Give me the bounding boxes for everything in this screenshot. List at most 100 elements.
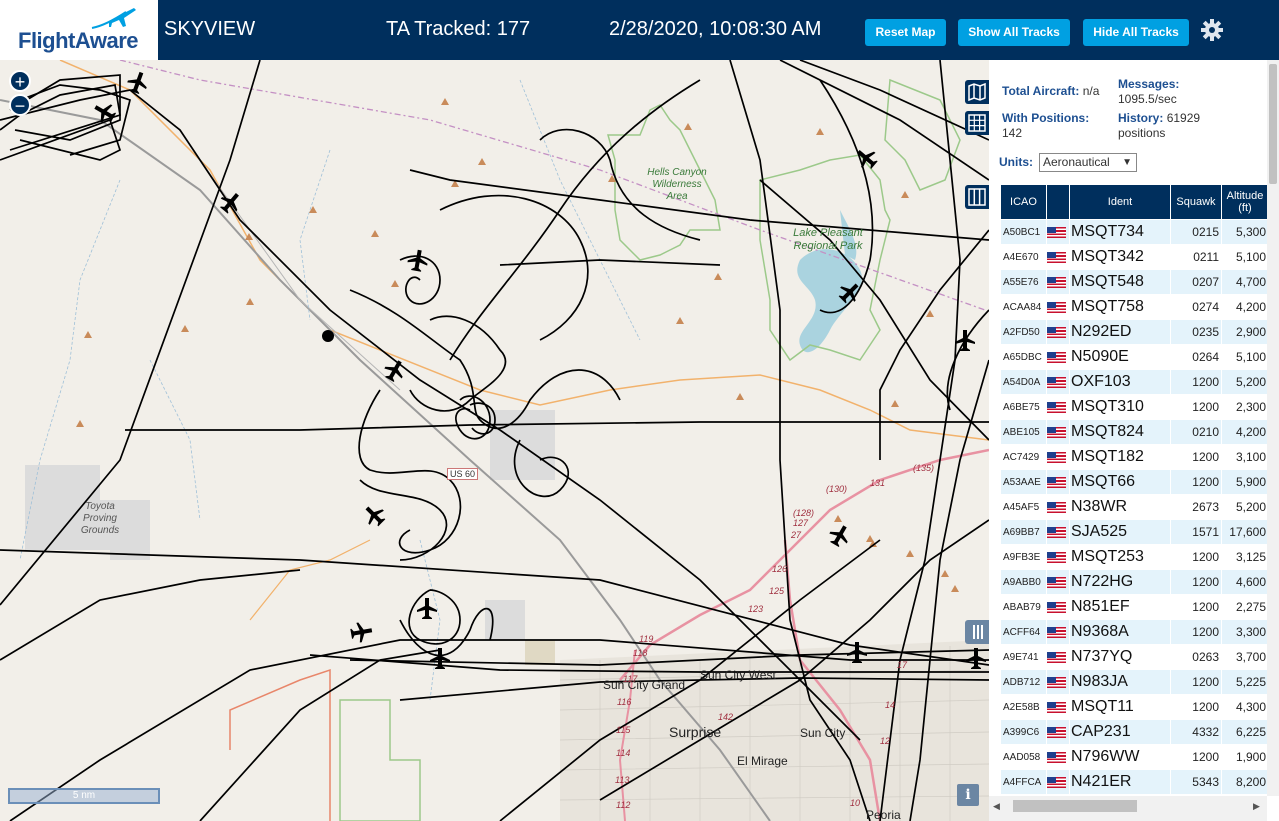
flag-cell (1047, 370, 1069, 394)
table-row[interactable]: A6BE75 MSQT310 1200 2,300 (1001, 395, 1268, 419)
grid-toggle-button[interactable] (965, 111, 989, 135)
messages-stat: Messages: 1095.5/sec (1118, 77, 1179, 107)
col-flag[interactable] (1047, 185, 1069, 219)
altitude-cell: 4,700 (1222, 270, 1268, 294)
flag-cell (1047, 270, 1069, 294)
zoom-in-button[interactable]: + (9, 70, 31, 92)
table-row[interactable]: A69BB7 SJA525 1571 17,600 (1001, 520, 1268, 544)
squawk-cell: 0235 (1171, 320, 1221, 344)
label-us60: US 60 (447, 468, 479, 480)
altitude-cell: 2,900 (1222, 320, 1268, 344)
squawk-cell: 5343 (1171, 770, 1221, 794)
label-road-113: 113 (615, 775, 630, 785)
table-row[interactable]: ABE105 MSQT824 0210 4,200 (1001, 420, 1268, 444)
info-button[interactable]: i (957, 784, 979, 806)
squawk-cell: 1200 (1171, 595, 1221, 619)
label-road-123: 123 (748, 604, 764, 614)
col-icao[interactable]: ICAO (1001, 185, 1046, 219)
altitude-cell: 4,600 (1222, 570, 1268, 594)
table-row[interactable]: A9E741 N737YQ 0263 3,700 (1001, 645, 1268, 669)
label-sun-city-west: Sun City West (700, 668, 776, 682)
map-view[interactable]: Hells Canyon Wilderness Area Lake Pleasa… (0, 60, 989, 821)
table-row[interactable]: A2E58B MSQT11 1200 4,300 (1001, 695, 1268, 719)
units-select[interactable]: Aeronautical ▼ (1039, 153, 1137, 172)
scroll-left-icon[interactable]: ◀ (993, 801, 1000, 812)
scale-bar: 5 nm (8, 788, 160, 804)
us-flag-icon (1047, 327, 1066, 339)
label-road-112: 112 (616, 800, 631, 810)
table-row[interactable]: A50BC1 MSQT734 0215 5,300 (1001, 220, 1268, 244)
table-row[interactable]: ADB712 N983JA 1200 5,225 (1001, 670, 1268, 694)
table-row[interactable]: A4E670 MSQT342 0211 5,100 (1001, 245, 1268, 269)
flag-cell (1047, 745, 1069, 769)
hide-all-tracks-button[interactable]: Hide All Tracks (1083, 19, 1189, 46)
table-header-row: ICAO Ident Squawk Altitude (ft) (1001, 185, 1268, 219)
total-aircraft-stat: Total Aircraft: n/a (1002, 84, 1099, 98)
horizontal-scrollbar-thumb[interactable] (1013, 800, 1137, 812)
icao-cell: ABE105 (1001, 420, 1046, 444)
aircraft-table-body: A50BC1 MSQT734 0215 5,300 A4E670 MSQT342 0211 5… (1001, 220, 1268, 794)
scroll-right-icon[interactable]: ▶ (1253, 801, 1260, 812)
ident-cell: SJA525 (1070, 520, 1170, 544)
icao-cell: A54D0A (1001, 370, 1046, 394)
icao-cell: A4E670 (1001, 245, 1046, 269)
table-row[interactable]: ACAA84 MSQT758 0274 4,200 (1001, 295, 1268, 319)
us-flag-icon (1047, 352, 1066, 364)
table-row[interactable]: A55E76 MSQT548 0207 4,700 (1001, 270, 1268, 294)
label-road-27: 27 (791, 530, 802, 540)
altitude-cell: 6,225 (1222, 720, 1268, 744)
skyview-app: FlightAware SKYVIEW TA Tracked: 177 2/28… (0, 0, 1279, 821)
zoom-out-button[interactable]: − (9, 94, 31, 116)
panel-resize-handle[interactable] (965, 620, 989, 644)
gear-icon[interactable] (1200, 18, 1224, 42)
table-row[interactable]: A399C6 CAP231 4332 6,225 (1001, 720, 1268, 744)
flag-cell (1047, 495, 1069, 519)
label-road-135: (135) (913, 463, 935, 473)
table-row[interactable]: AAD058 N796WW 1200 1,900 (1001, 745, 1268, 769)
map-layers-button[interactable] (965, 80, 989, 104)
reset-map-button[interactable]: Reset Map (865, 19, 946, 46)
table-row[interactable]: ABAB79 N851EF 1200 2,275 (1001, 595, 1268, 619)
col-squawk[interactable]: Squawk (1171, 185, 1221, 219)
ident-cell: MSQT734 (1070, 220, 1170, 244)
us-flag-icon (1047, 752, 1066, 764)
us-flag-icon (1047, 252, 1066, 264)
table-row[interactable]: A9ABB0 N722HG 1200 4,600 (1001, 570, 1268, 594)
label-road-10: 10 (850, 798, 861, 808)
flightaware-logo[interactable]: FlightAware (0, 0, 158, 60)
icao-cell: A53AAE (1001, 470, 1046, 494)
altitude-cell: 5,200 (1222, 370, 1268, 394)
us-flag-icon (1047, 477, 1066, 489)
flag-cell (1047, 670, 1069, 694)
columns-toggle-button[interactable] (965, 185, 989, 209)
icao-cell: A55E76 (1001, 270, 1046, 294)
flag-cell (1047, 645, 1069, 669)
icao-cell: A69BB7 (1001, 520, 1046, 544)
show-all-tracks-button[interactable]: Show All Tracks (958, 19, 1070, 46)
col-altitude[interactable]: Altitude (ft) (1222, 185, 1268, 219)
table-row[interactable]: A45AF5 N38WR 2673 5,200 (1001, 495, 1268, 519)
aircraft-table: ICAO Ident Squawk Altitude (ft) A50BC1 MS… (1000, 184, 1269, 795)
messages-label: Messages: (1118, 77, 1180, 91)
table-row[interactable]: A4FFCA N421ER 5343 8,200 (1001, 770, 1268, 794)
col-ident[interactable]: Ident (1070, 185, 1170, 219)
table-row[interactable]: A2FD50 N292ED 0235 2,900 (1001, 320, 1268, 344)
squawk-cell: 0215 (1171, 220, 1221, 244)
ident-cell: N421ER (1070, 770, 1170, 794)
ident-cell: MSQT758 (1070, 295, 1170, 319)
table-row[interactable]: ACFF64 N9368A 1200 3,300 (1001, 620, 1268, 644)
ident-cell: N851EF (1070, 595, 1170, 619)
vertical-scrollbar-thumb[interactable] (1269, 64, 1277, 184)
label-toyota-proving-grounds: Toyota Proving Grounds (80, 501, 120, 536)
table-row[interactable]: A65DBC N5090E 0264 5,100 (1001, 345, 1268, 369)
table-row[interactable]: A9FB3E MSQT253 1200 3,125 (1001, 545, 1268, 569)
squawk-cell: 4332 (1171, 720, 1221, 744)
ident-cell: MSQT11 (1070, 695, 1170, 719)
table-row[interactable]: A54D0A OXF103 1200 5,200 (1001, 370, 1268, 394)
altitude-cell: 5,200 (1222, 495, 1268, 519)
label-road-118: 118 (633, 648, 648, 658)
squawk-cell: 0264 (1171, 345, 1221, 369)
map-icon (968, 82, 986, 102)
table-row[interactable]: A53AAE MSQT66 1200 5,900 (1001, 470, 1268, 494)
table-row[interactable]: AC7429 MSQT182 1200 3,100 (1001, 445, 1268, 469)
